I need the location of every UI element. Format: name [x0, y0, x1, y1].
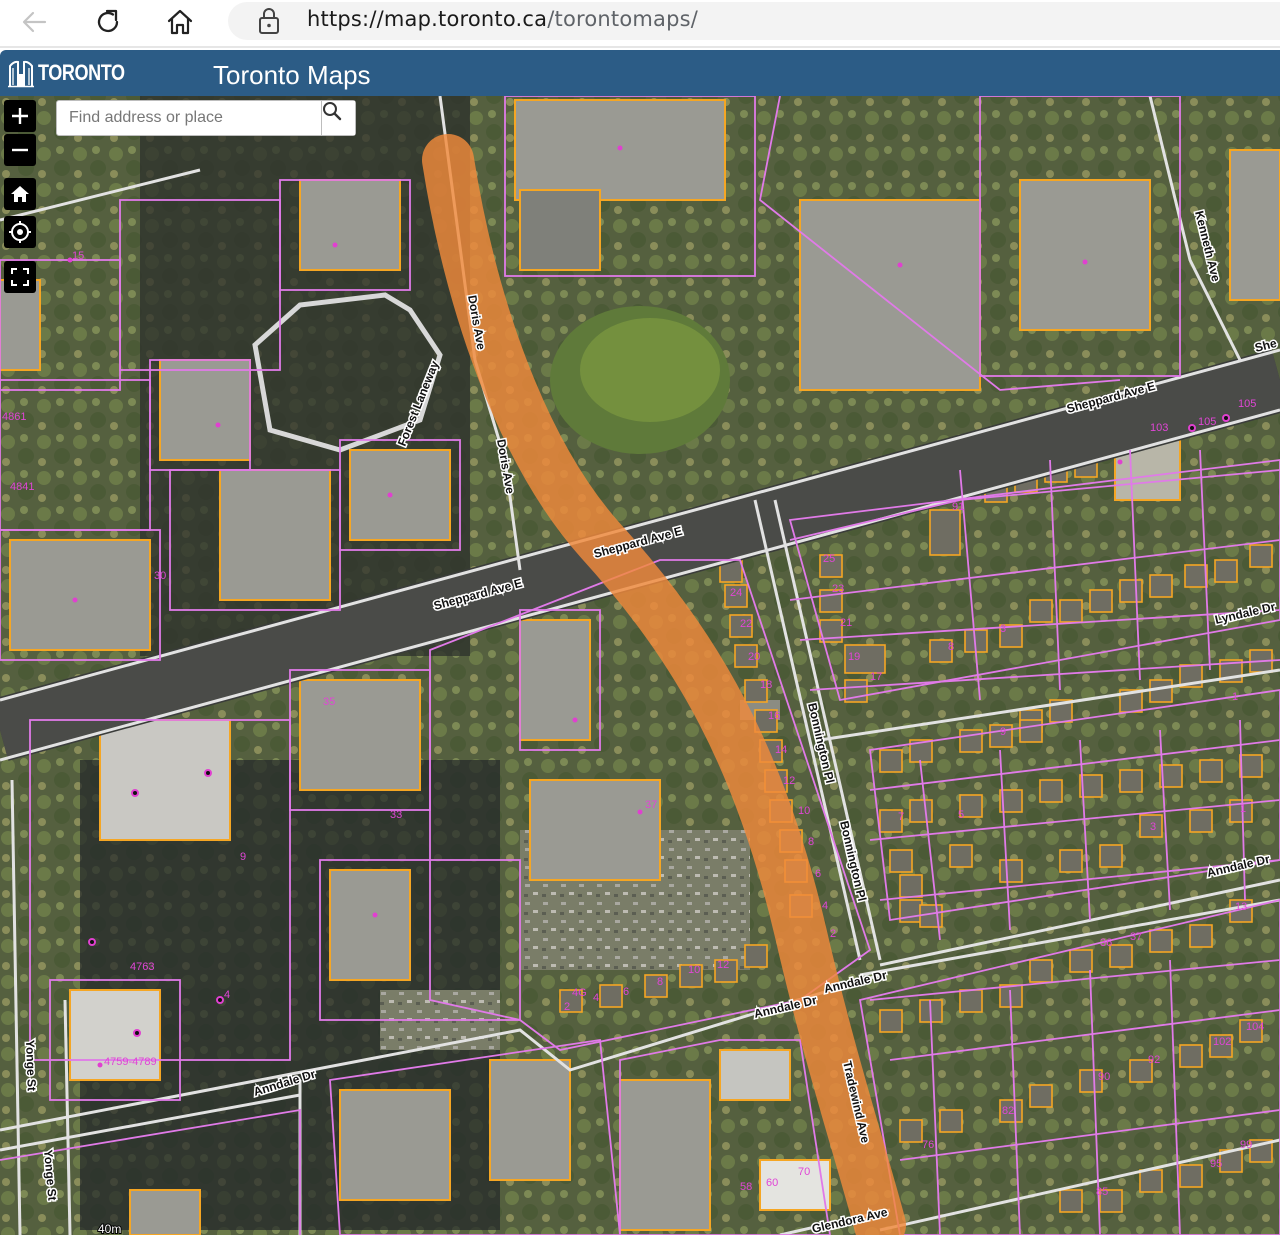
address-label: 99 [1240, 1139, 1252, 1151]
address-label: 35 [323, 696, 335, 708]
fullscreen-icon [11, 268, 29, 286]
address-label: 95 [1210, 1158, 1222, 1170]
app-header: TORONTO [0, 50, 1280, 96]
zoom-out-button[interactable] [4, 134, 36, 166]
locate-button[interactable] [4, 216, 36, 248]
address-label: 24 [730, 587, 742, 599]
browser-toolbar: https://map.toronto.ca/torontomaps/ [0, 0, 1280, 48]
address-label: 90 [1098, 1071, 1110, 1083]
address-label: 82 [1002, 1105, 1014, 1117]
address-label: 37 [645, 799, 657, 811]
address-label: 20 [748, 651, 760, 663]
scale-label: 40m [98, 1222, 121, 1235]
address-label: 103 [1150, 422, 1168, 434]
address-label: 60 [766, 1177, 778, 1189]
address-label: 6 [623, 986, 629, 998]
url-path: /torontomaps/ [547, 7, 699, 31]
back-arrow-icon [22, 11, 47, 33]
address-label: 4841 [10, 481, 34, 493]
park-lawn [580, 318, 720, 422]
address-label: 16 [768, 710, 780, 722]
address-label: 70 [798, 1166, 810, 1178]
address-label: 4861 [2, 411, 26, 423]
home-nav-button[interactable] [162, 4, 198, 40]
fullscreen-button[interactable] [4, 261, 36, 293]
url-text[interactable]: https://map.toronto.ca/torontomaps/ [307, 7, 698, 31]
address-label: 12 [717, 959, 729, 971]
address-label: 22 [740, 618, 752, 630]
address-label: 1 [1232, 691, 1238, 703]
home-extent-button[interactable] [4, 178, 36, 210]
address-label: 8 [808, 836, 814, 848]
address-label: 8 [657, 976, 663, 988]
address-label: 6 [815, 868, 821, 880]
street-label: Yonge St [23, 1040, 39, 1092]
address-label: 4759-4789 [104, 1056, 157, 1068]
address-label: 17 [870, 671, 882, 683]
crosshair-icon [9, 221, 31, 243]
address-label: 4 [822, 900, 828, 912]
zoom-in-button[interactable] [4, 100, 36, 132]
address-label: 76 [922, 1139, 934, 1151]
address-label: 33 [390, 809, 402, 821]
address-label: 105 [1198, 416, 1216, 428]
map-view[interactable]: Doris Ave Doris Ave Forest Laneway Shepp… [0, 96, 1280, 1235]
map-canvas[interactable]: Doris Ave Doris Ave Forest Laneway Shepp… [0, 96, 1280, 1235]
address-label: 3 [1150, 821, 1156, 833]
plus-icon [12, 108, 28, 124]
address-label: 5 [958, 809, 964, 821]
address-label: 2 [564, 1001, 570, 1013]
logo-text: TORONTO [38, 60, 125, 85]
address-label: 102 [1213, 1036, 1231, 1048]
address-label: 8 [948, 641, 954, 653]
search-button[interactable] [321, 101, 355, 135]
reload-icon [97, 9, 119, 33]
home-icon [167, 9, 193, 35]
address-label: 4 [224, 989, 230, 1001]
city-hall-logo-icon [8, 60, 34, 88]
address-label: 9 [240, 851, 246, 863]
address-label: 92 [1148, 1054, 1160, 1066]
address-label: 85 [1096, 1186, 1108, 1198]
app-title: Toronto Maps [213, 60, 371, 90]
address-label: 10 [798, 805, 810, 817]
address-label: 14 [775, 744, 787, 756]
address-label: 23 [832, 583, 844, 595]
address-label: 104 [1246, 1021, 1264, 1033]
address-label: 21 [840, 617, 852, 629]
search-box [56, 100, 356, 136]
address-label: 58 [740, 1181, 752, 1193]
address-label: 9 [1000, 726, 1006, 738]
address-label: 105 [1238, 398, 1256, 410]
address-label: 7 [898, 811, 904, 823]
address-label: 13 [1235, 901, 1247, 913]
toronto-logo[interactable]: TORONTO [8, 56, 144, 90]
chrome-divider [0, 46, 1280, 48]
search-icon [323, 102, 342, 121]
address-label: 4 [593, 992, 599, 1004]
back-button[interactable] [16, 4, 52, 40]
address-label: 91 [952, 501, 964, 513]
address-label: 37 [1130, 931, 1142, 943]
address-label: 15 [72, 250, 84, 262]
address-label: 19 [848, 651, 860, 663]
address-label: 1 [1240, 803, 1246, 815]
address-label: 4763 [130, 961, 154, 973]
minus-icon [12, 148, 28, 152]
address-label: 30 [154, 570, 166, 582]
search-input[interactable] [57, 101, 321, 135]
address-label: 4G [572, 987, 587, 999]
address-label: 25 [823, 553, 835, 565]
address-label: 18 [760, 679, 772, 691]
address-label: 36 [1100, 937, 1112, 949]
home-icon [11, 186, 29, 202]
address-label: 12 [783, 775, 795, 787]
address-label: 2 [830, 928, 836, 940]
address-label: 3 [1000, 623, 1006, 635]
lock-icon [257, 6, 281, 36]
url-host: https://map.toronto.ca [307, 7, 548, 31]
reload-button[interactable] [90, 4, 126, 40]
address-label: 10 [688, 964, 700, 976]
